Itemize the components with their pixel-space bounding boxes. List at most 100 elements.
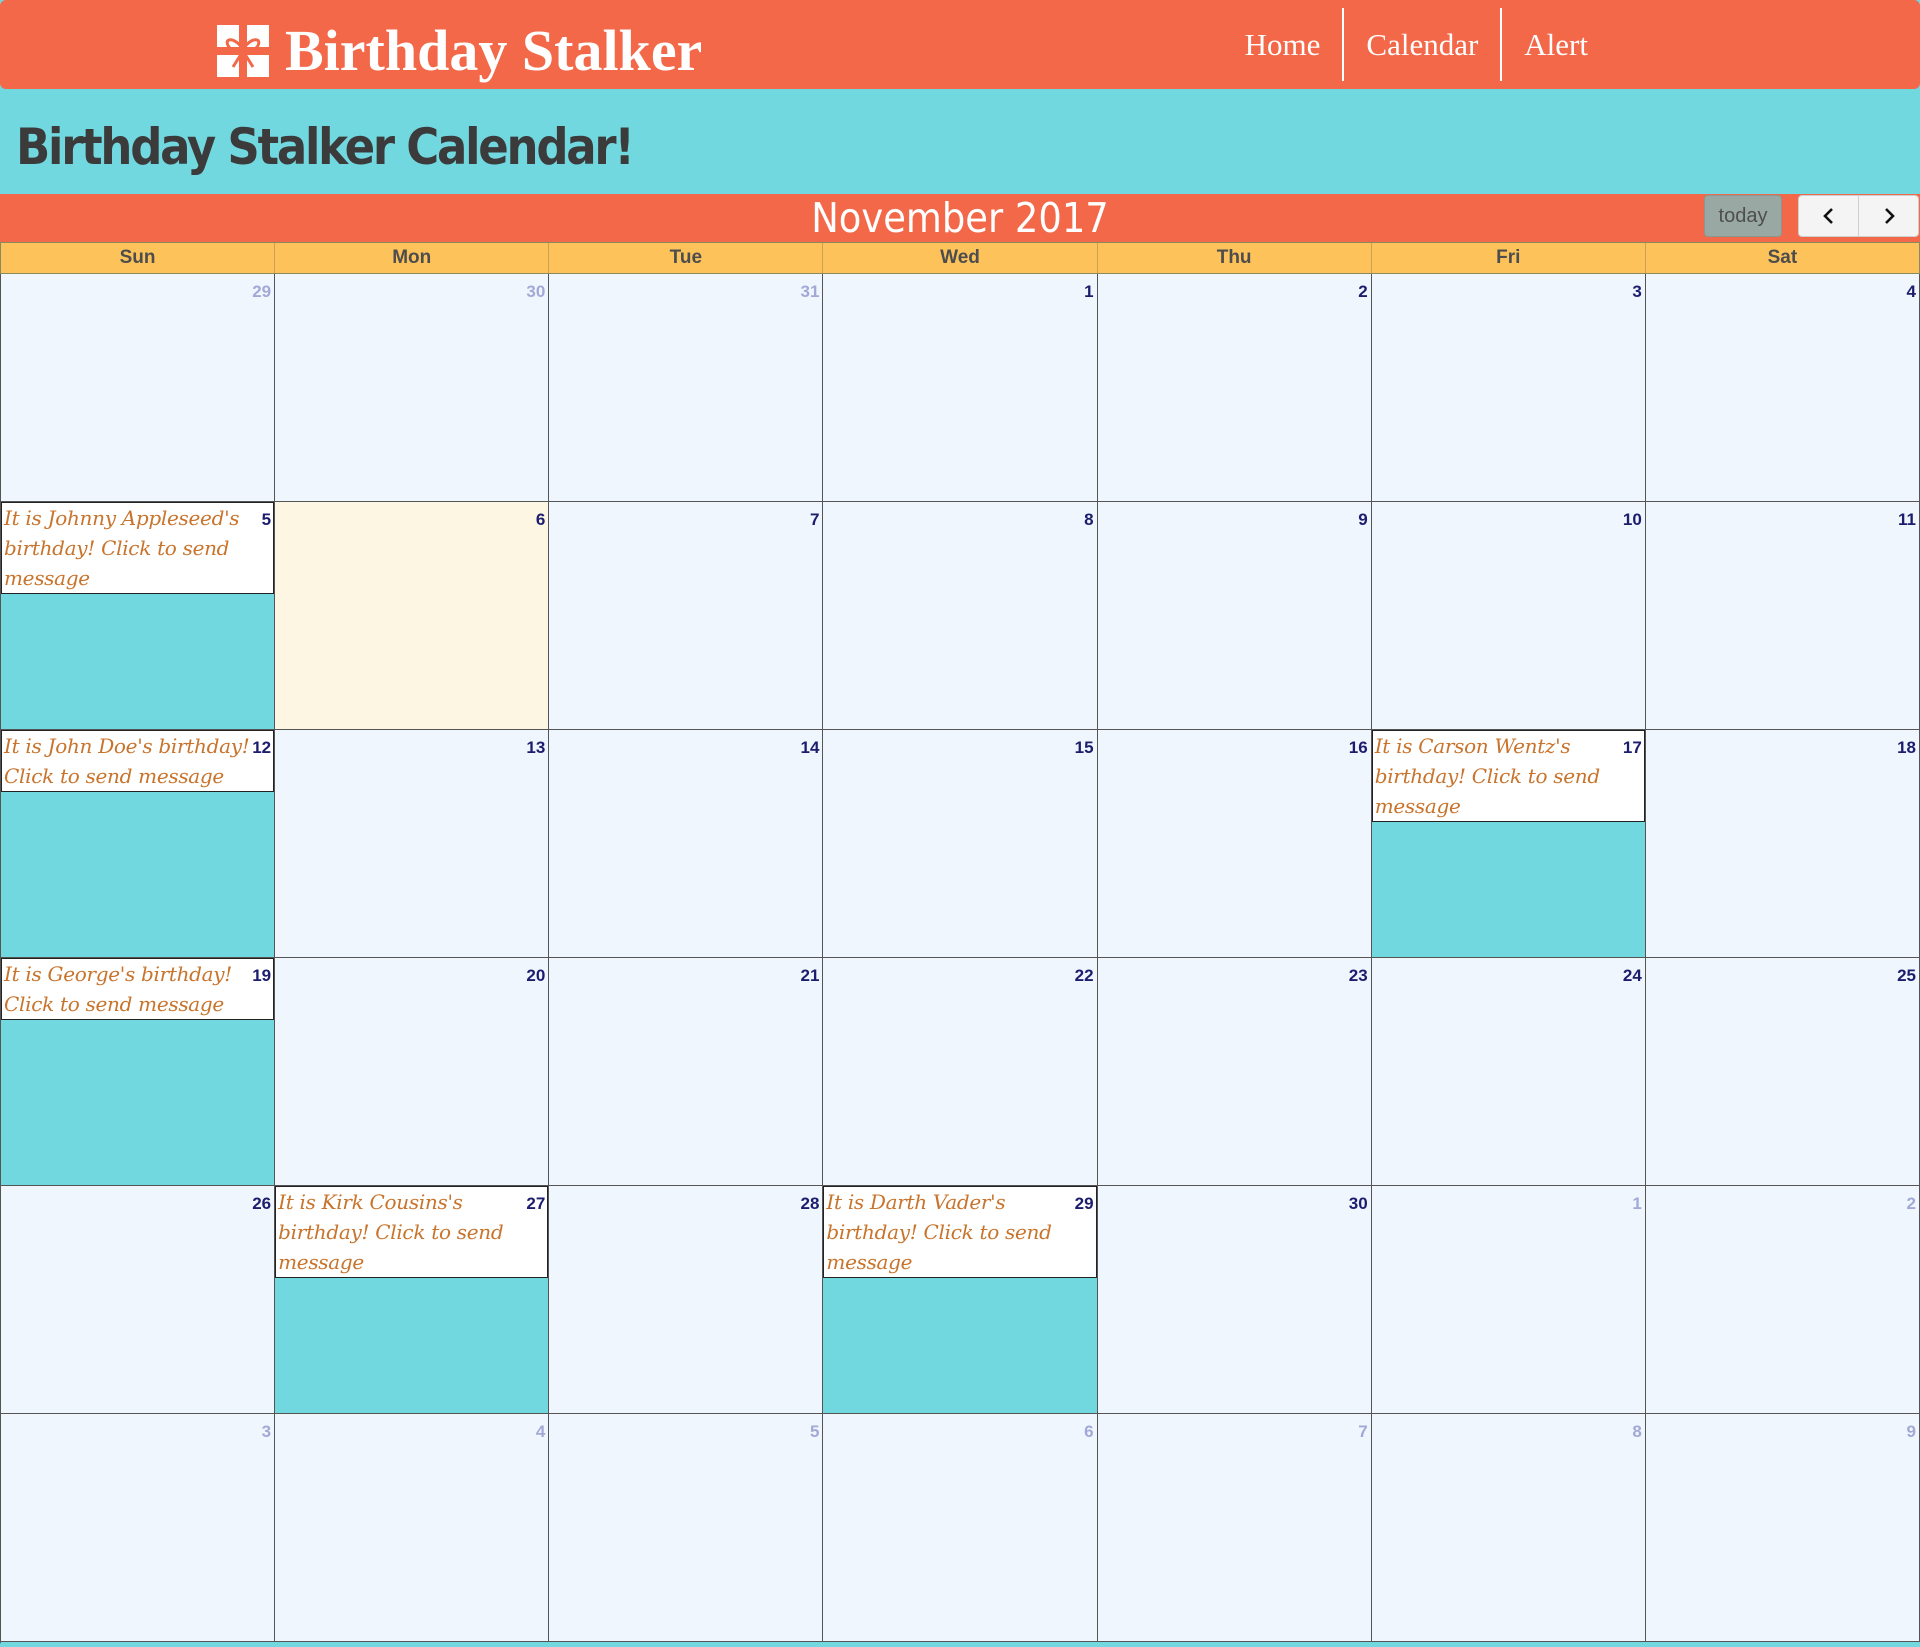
calendar-day[interactable]: 10 bbox=[1371, 502, 1646, 730]
birthday-event[interactable]: It is George's birthday! Click to send m… bbox=[1, 958, 275, 1020]
calendar-day[interactable]: 1 bbox=[823, 274, 1098, 502]
day-number: 13 bbox=[526, 738, 546, 757]
calendar-day[interactable]: 25 bbox=[1645, 958, 1920, 1186]
calendar-day-with-event[interactable]: 12 It is John Doe's birthday! Click to se… bbox=[1, 730, 276, 958]
day-number: 4 bbox=[535, 1422, 546, 1441]
calendar-day[interactable]: 2 bbox=[1097, 274, 1372, 502]
day-number: 12 bbox=[252, 738, 272, 757]
weekday-header: Fri bbox=[1370, 243, 1645, 273]
day-number: 30 bbox=[526, 282, 546, 301]
calendar-day[interactable]: 28 bbox=[549, 1186, 824, 1414]
calendar-day[interactable]: 9 bbox=[1097, 502, 1372, 730]
day-number: 14 bbox=[800, 738, 820, 757]
day-number: 5 bbox=[261, 510, 272, 529]
birthday-event[interactable]: It is John Doe's birthday! Click to send… bbox=[1, 730, 275, 792]
day-number: 29 bbox=[1074, 1194, 1094, 1213]
prev-month-button[interactable] bbox=[1799, 196, 1858, 236]
calendar-day[interactable]: 8 bbox=[1371, 1414, 1646, 1642]
calendar-day[interactable]: 11 bbox=[1645, 502, 1920, 730]
calendar-day[interactable]: 14 bbox=[549, 730, 824, 958]
day-number: 7 bbox=[809, 510, 820, 529]
nav-link-home[interactable]: Home bbox=[1223, 8, 1343, 81]
brand[interactable]: Birthday Stalker bbox=[217, 20, 702, 82]
navbar: Birthday Stalker Home Calendar Alert bbox=[0, 0, 1920, 89]
calendar-day[interactable]: 3 bbox=[1, 1414, 276, 1642]
weekday-header: Sun bbox=[119, 247, 156, 268]
day-number: 3 bbox=[1632, 282, 1642, 301]
calendar-day[interactable]: 1 bbox=[1371, 1186, 1646, 1414]
day-number: 6 bbox=[1084, 1422, 1094, 1441]
day-number: 29 bbox=[252, 282, 272, 301]
calendar-day[interactable]: 4 bbox=[275, 1414, 550, 1642]
calendar-day[interactable]: 3 bbox=[1371, 274, 1646, 502]
day-number: 10 bbox=[1622, 510, 1642, 529]
today-button[interactable]: today bbox=[1704, 195, 1782, 237]
day-number: 26 bbox=[252, 1194, 272, 1213]
calendar-day-with-event[interactable]: 27 It is Kirk Cousins's birthday! Click t… bbox=[275, 1186, 550, 1414]
day-number: 8 bbox=[1632, 1422, 1642, 1441]
calendar-day[interactable]: 8 bbox=[823, 502, 1098, 730]
nav-links: Home Calendar Alert bbox=[1223, 8, 1610, 81]
weekday-header: Tue bbox=[548, 243, 822, 273]
nav-link-alert[interactable]: Alert bbox=[1500, 8, 1610, 81]
day-number: 27 bbox=[526, 1194, 546, 1213]
day-number: 17 bbox=[1622, 738, 1642, 757]
calendar-day[interactable]: 31 bbox=[549, 274, 824, 502]
month-nav bbox=[1798, 195, 1919, 237]
day-number: 25 bbox=[1897, 966, 1916, 985]
birthday-event[interactable]: It is Johnny Appleseed's birthday! Click… bbox=[1, 502, 275, 594]
calendar-day[interactable]: 6 bbox=[275, 502, 550, 730]
calendar-day[interactable]: 24 bbox=[1371, 958, 1646, 1186]
page-title: Birthday Stalker Calendar! bbox=[16, 118, 635, 176]
calendar-day[interactable]: 15 bbox=[823, 730, 1098, 958]
calendar-day[interactable]: 13 bbox=[275, 730, 550, 958]
birthday-event[interactable]: It is Carson Wentz's birthday! Click to … bbox=[1371, 730, 1645, 822]
next-month-button[interactable] bbox=[1858, 196, 1918, 236]
calendar-day[interactable]: 7 bbox=[549, 502, 824, 730]
calendar-day[interactable]: 23 bbox=[1097, 958, 1372, 1186]
calendar-day[interactable]: 6 bbox=[823, 1414, 1098, 1642]
calendar-day[interactable]: 26 bbox=[1, 1186, 276, 1414]
day-number: 6 bbox=[535, 510, 546, 529]
day-number: 3 bbox=[261, 1422, 272, 1441]
calendar-day[interactable]: 30 bbox=[275, 274, 550, 502]
day-number: 22 bbox=[1074, 966, 1094, 985]
day-number: 7 bbox=[1358, 1422, 1368, 1441]
nav-link-calendar[interactable]: Calendar bbox=[1342, 8, 1500, 81]
day-number: 30 bbox=[1348, 1194, 1368, 1213]
weekday-header: Wed bbox=[822, 243, 1096, 273]
calendar-day[interactable]: 5 bbox=[549, 1414, 824, 1642]
calendar-day[interactable]: 18 bbox=[1645, 730, 1920, 958]
birthday-event[interactable]: It is Kirk Cousins's birthday! Click to … bbox=[275, 1186, 549, 1278]
calendar-day[interactable]: 16 bbox=[1097, 730, 1372, 958]
calendar-day[interactable]: 4 bbox=[1645, 274, 1920, 502]
calendar-grid: 29 30 31 1 2 3 4 5 It is Johnny Appleseed's birt… bbox=[0, 274, 1920, 1644]
day-number: 16 bbox=[1348, 738, 1368, 757]
calendar-day[interactable]: 22 bbox=[823, 958, 1098, 1186]
calendar-day[interactable]: 20 bbox=[275, 958, 550, 1186]
chevron-left-icon bbox=[1822, 208, 1833, 224]
day-number: 21 bbox=[800, 966, 820, 985]
day-number: 24 bbox=[1622, 966, 1642, 985]
calendar-day[interactable]: 30 bbox=[1097, 1186, 1372, 1414]
calendar-day[interactable]: 7 bbox=[1097, 1414, 1372, 1642]
calendar-day-with-event[interactable]: 17 It is Carson Wentz's birthday! Click t… bbox=[1371, 730, 1646, 958]
day-number: 1 bbox=[1632, 1194, 1642, 1213]
calendar-day[interactable]: 2 bbox=[1645, 1186, 1920, 1414]
weekday-header: Sat bbox=[1644, 243, 1919, 273]
brand-title: Birthday Stalker bbox=[285, 18, 703, 83]
calendar-day[interactable]: 29 bbox=[1, 274, 276, 502]
day-number: 18 bbox=[1897, 738, 1916, 757]
day-number: 8 bbox=[1084, 510, 1094, 529]
day-number: 9 bbox=[1358, 510, 1368, 529]
calendar-day-with-event[interactable]: 29 It is Darth Vader's birthday! Click to… bbox=[823, 1186, 1098, 1414]
weekday-header: Mon bbox=[274, 243, 548, 273]
day-number: 23 bbox=[1348, 966, 1368, 985]
weekday-header-row: Sun Mon Tue Wed Thu Fri Sat bbox=[0, 242, 1920, 274]
calendar-day[interactable]: 9 bbox=[1645, 1414, 1920, 1642]
birthday-event[interactable]: It is Darth Vader's birthday! Click to s… bbox=[823, 1186, 1097, 1278]
calendar-day[interactable]: 21 bbox=[549, 958, 824, 1186]
calendar-day-with-event[interactable]: 5 It is Johnny Appleseed's birthday! Clic… bbox=[1, 502, 276, 730]
gift-icon bbox=[217, 25, 269, 77]
calendar-day-with-event[interactable]: 19 It is George's birthday! Click to send… bbox=[1, 958, 276, 1186]
